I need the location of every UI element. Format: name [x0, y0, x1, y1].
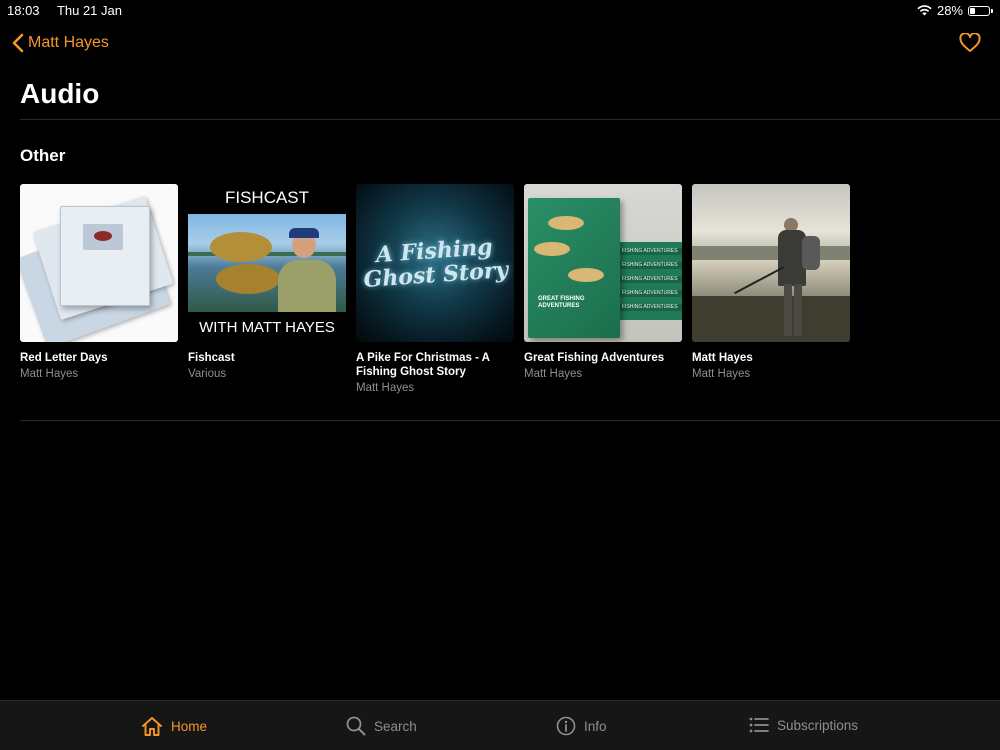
- tab-bar: Home Search Info Subscriptions: [0, 700, 1000, 750]
- battery-fill: [970, 7, 975, 14]
- section-title: Other: [20, 146, 66, 165]
- audio-card-matt-hayes[interactable]: Matt Hayes Matt Hayes: [692, 184, 850, 395]
- card-title: Matt Hayes: [692, 352, 753, 364]
- art-caption: WITH MATT HAYES: [199, 319, 335, 336]
- tab-info[interactable]: Info: [556, 716, 607, 736]
- card-title: Red Letter Days: [20, 352, 108, 364]
- back-button[interactable]: Matt Hayes: [12, 33, 109, 53]
- chevron-left-icon: [12, 33, 24, 53]
- art-spines: FISHING ADVENTURES FISHING ADVENTURES FI…: [620, 242, 682, 320]
- cover-art: [692, 184, 850, 342]
- heart-icon: [959, 32, 981, 52]
- back-label: Matt Hayes: [28, 34, 109, 51]
- art-photo: [188, 214, 346, 312]
- cover-art: FISHCAST WITH MATT HAYES: [188, 184, 346, 342]
- battery-percent: 28%: [936, 3, 963, 18]
- card-subtitle: Matt Hayes: [20, 368, 79, 380]
- home-icon: [142, 717, 162, 736]
- info-icon: [556, 716, 576, 736]
- tab-subscriptions[interactable]: Subscriptions: [749, 716, 858, 734]
- search-icon: [346, 716, 366, 736]
- art-cover-text: GREAT FISHING ADVENTURES: [538, 296, 585, 309]
- card-title: A Pike For Christmas - A Fishing Ghost S…: [356, 352, 490, 378]
- tab-search[interactable]: Search: [346, 716, 417, 736]
- tab-label: Search: [374, 718, 417, 734]
- audio-card-fishcast[interactable]: FISHCAST WITH MATT HAYES Fishcast Variou…: [188, 184, 346, 395]
- page-title: Audio: [20, 78, 100, 109]
- list-icon: [749, 717, 769, 733]
- card-subtitle: Various: [188, 368, 227, 380]
- audio-card-red-letter-days[interactable]: Red Letter Days Matt Hayes: [20, 184, 178, 395]
- audio-card-pike-for-christmas[interactable]: A Fishing Ghost Story A Pike For Christm…: [356, 184, 514, 395]
- card-title: Fishcast: [188, 352, 235, 364]
- cover-art: [20, 184, 178, 342]
- audio-row: Red Letter Days Matt Hayes FISHCAST WITH…: [20, 184, 850, 395]
- status-time: 18:03: [7, 3, 40, 18]
- tab-home[interactable]: Home: [141, 716, 207, 737]
- battery-icon: [968, 5, 993, 16]
- tab-label: Info: [584, 718, 607, 734]
- audio-card-great-fishing-adventures[interactable]: FISHING ADVENTURES FISHING ADVENTURES FI…: [524, 184, 682, 395]
- card-subtitle: Matt Hayes: [692, 368, 751, 380]
- status-bar: 18:03 Thu 21 Jan 28%: [0, 0, 1000, 20]
- favorite-button[interactable]: [959, 32, 981, 58]
- title-divider: [20, 119, 1000, 120]
- wifi-icon: [917, 5, 932, 16]
- card-subtitle: Matt Hayes: [524, 368, 583, 380]
- cover-art: FISHING ADVENTURES FISHING ADVENTURES FI…: [524, 184, 682, 342]
- status-date: Thu 21 Jan: [56, 3, 122, 18]
- card-subtitle: Matt Hayes: [356, 382, 415, 394]
- art-book: GREAT FISHING ADVENTURES: [528, 198, 620, 338]
- cover-art: A Fishing Ghost Story: [356, 184, 514, 342]
- section-divider: [20, 420, 1000, 421]
- card-title: Great Fishing Adventures: [524, 352, 665, 364]
- tab-label: Subscriptions: [777, 717, 859, 733]
- tab-label: Home: [171, 719, 208, 734]
- art-heading: FISHCAST: [224, 188, 310, 207]
